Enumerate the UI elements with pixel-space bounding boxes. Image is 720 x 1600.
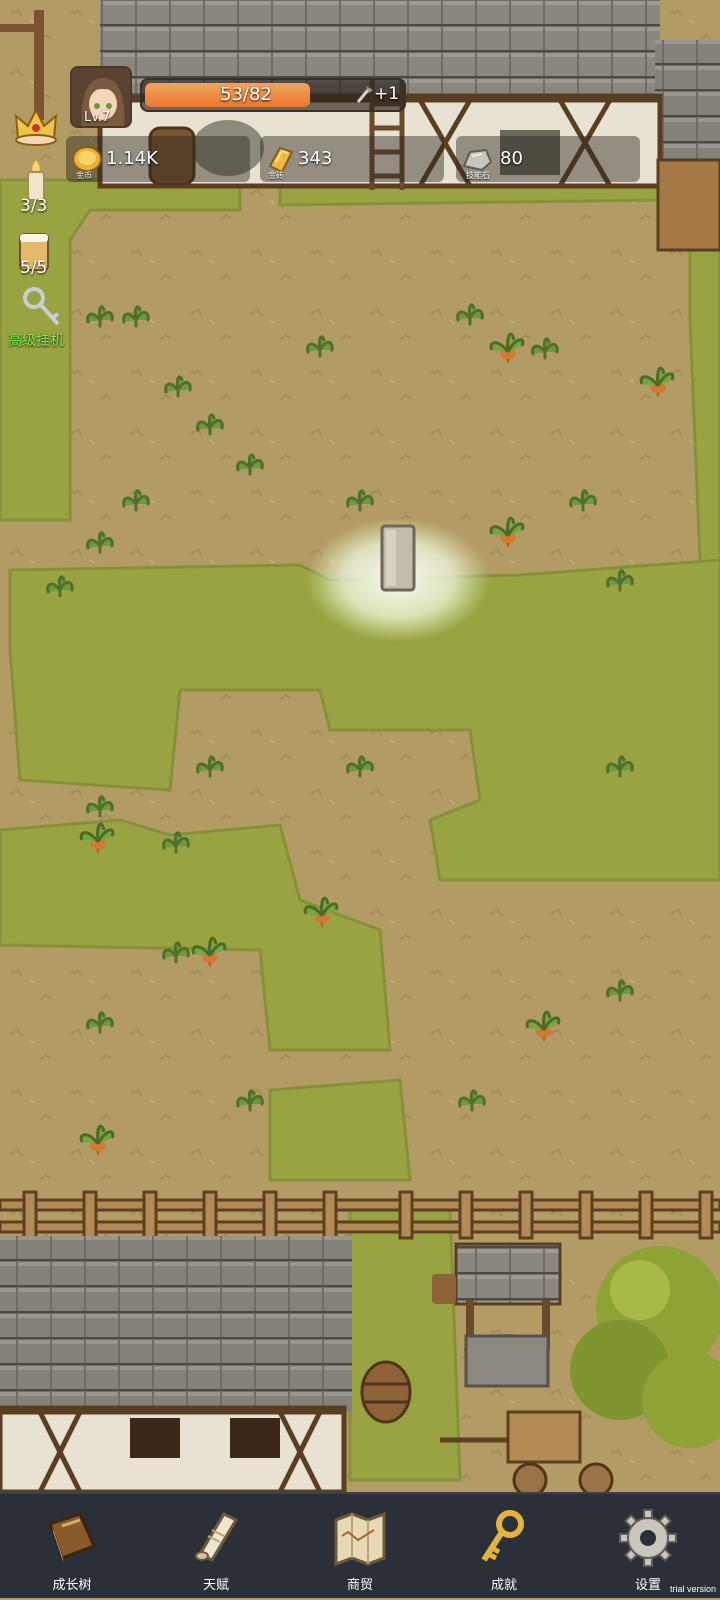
- nav-trade[interactable]: 商贸: [310, 1494, 410, 1600]
- gear-icon: [619, 1509, 677, 1567]
- xp-text: 53/82: [220, 84, 272, 105]
- crown-icon[interactable]: [12, 104, 60, 148]
- hoe-icon: [356, 86, 373, 103]
- gold-coin-value: 1.14K: [106, 148, 158, 169]
- gold-bar-counter[interactable]: 343 金砖: [260, 136, 444, 182]
- beer-count: 5/5: [20, 258, 48, 278]
- auto-idle-label[interactable]: 高级挂机: [8, 330, 64, 350]
- player-level: Lv.7: [84, 110, 111, 125]
- auto-key-icon[interactable]: [20, 286, 64, 330]
- nav-talent[interactable]: 天赋: [166, 1494, 266, 1600]
- candle-count: 3/3: [20, 196, 48, 216]
- skill-stone-value: 80: [500, 148, 523, 169]
- book-icon: [48, 1512, 97, 1562]
- gold-coin-name: 金币: [76, 171, 92, 180]
- skill-stone-counter[interactable]: 80 技能石: [456, 136, 640, 182]
- xp-bonus: +1: [374, 84, 400, 104]
- key-icon: [481, 1510, 524, 1562]
- trial-version-watermark: trial version: [669, 1584, 716, 1594]
- bottom-nav: 成长树 天赋 商贸 成就 设置: [0, 1492, 720, 1598]
- nav-label-talent: 天赋: [202, 1578, 229, 1593]
- gold-coin-counter[interactable]: 1.14K 金币: [66, 136, 250, 182]
- gold-bar-name: 金砖: [268, 171, 284, 180]
- nav-achievements[interactable]: 成就: [454, 1494, 554, 1600]
- glowing-stone-object: [380, 524, 416, 592]
- nav-growth-tree[interactable]: 成长树: [22, 1494, 122, 1600]
- skill-stone-name: 技能石: [466, 171, 490, 180]
- nav-label-achievements: 成就: [490, 1578, 517, 1593]
- gold-bar-value: 343: [298, 148, 333, 169]
- map-icon: [334, 1511, 386, 1567]
- nav-label-trade: 商贸: [346, 1578, 373, 1593]
- scroll-icon: [195, 1512, 239, 1562]
- nav-label-growth-tree: 成长树: [52, 1578, 92, 1593]
